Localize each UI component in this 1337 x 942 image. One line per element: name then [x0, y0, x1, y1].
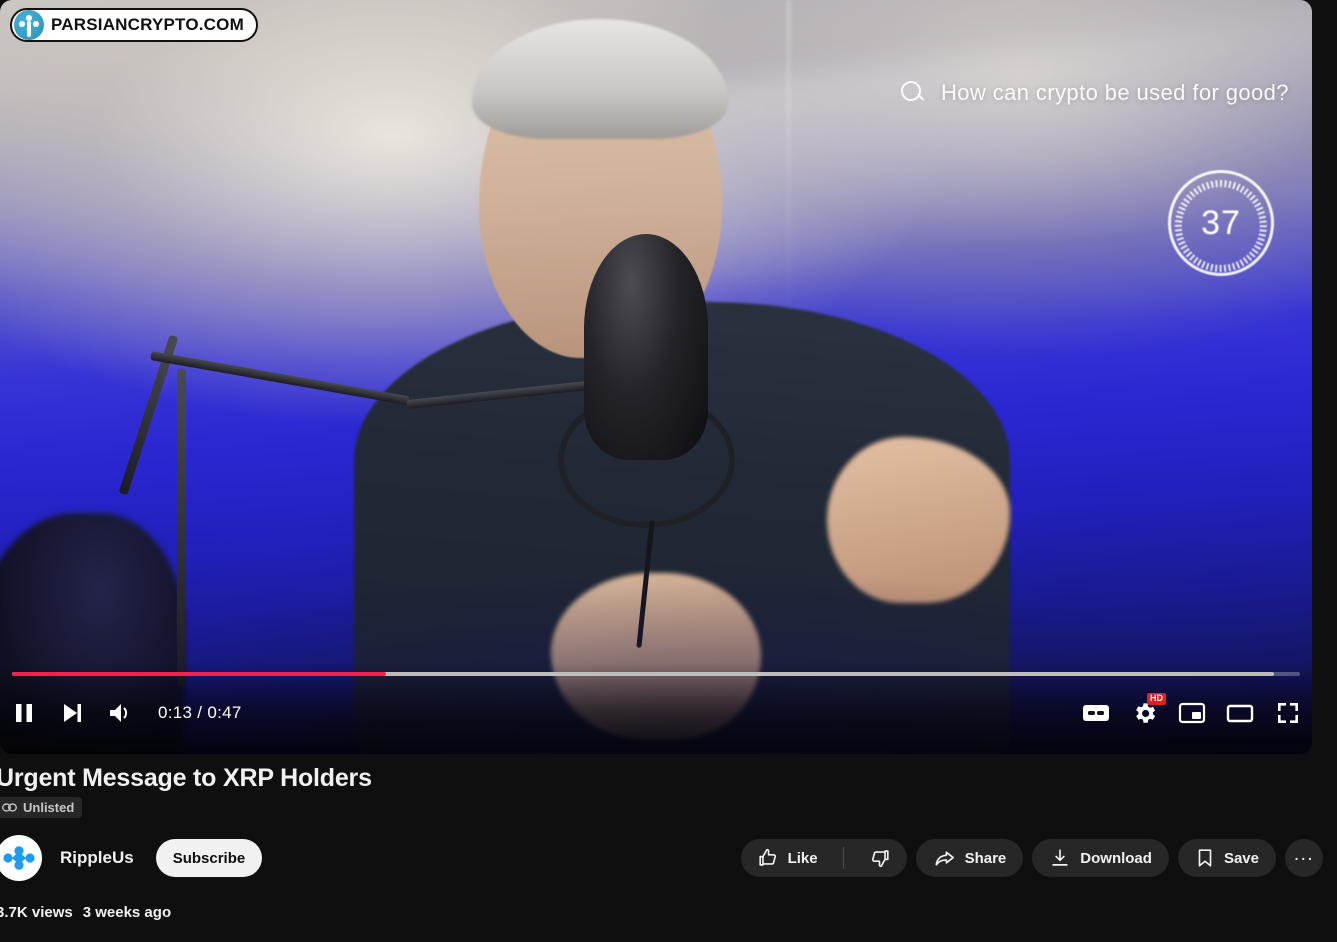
fullscreen-button[interactable]	[1264, 689, 1312, 737]
countdown-timer-ring: 37	[1168, 170, 1274, 276]
visibility-badge-label: Unlisted	[23, 800, 75, 815]
thumbs-up-icon	[758, 848, 776, 866]
ripple-logo-icon	[3, 846, 35, 870]
progress-bar[interactable]	[12, 672, 1300, 676]
page-title: Urgent Message to XRP Holders	[0, 764, 372, 792]
like-button[interactable]: Like	[741, 839, 834, 877]
download-icon	[1052, 849, 1068, 866]
controls-row: 0:13 / 0:47 HD	[0, 684, 1312, 742]
person-hair	[472, 18, 729, 140]
video-question-overlay: How can crypto be used for good?	[900, 80, 1289, 106]
more-actions-button[interactable]: ...	[1285, 839, 1323, 877]
save-button[interactable]: Save	[1177, 839, 1276, 877]
dislike-button[interactable]	[853, 839, 907, 877]
video-question-text: How can crypto be used for good?	[941, 80, 1289, 105]
like-label: Like	[787, 849, 818, 867]
avatar[interactable]	[0, 835, 42, 881]
view-count: 3.7K views	[0, 904, 73, 921]
progress-played	[12, 672, 386, 676]
timer-value: 37	[1201, 203, 1241, 242]
microphone	[583, 233, 709, 460]
download-button[interactable]: Download	[1032, 839, 1169, 877]
mic-boom-arm-upper	[150, 350, 411, 406]
share-button[interactable]: Share	[915, 839, 1024, 877]
video-stats: 3.7K views 3 weeks ago	[0, 904, 171, 921]
miniplayer-button[interactable]	[1168, 689, 1216, 737]
publish-date: 3 weeks ago	[82, 904, 172, 921]
theater-mode-button[interactable]	[1216, 689, 1264, 737]
settings-button[interactable]: HD	[1120, 689, 1168, 737]
like-divider	[842, 847, 844, 869]
video-frame[interactable]	[0, 0, 1312, 754]
hd-badge: HD	[1147, 693, 1166, 705]
parsian-crypto-logo-icon	[14, 10, 44, 40]
save-label: Save	[1223, 849, 1259, 867]
channel-row: RippleUs Subscribe Like Share Download S…	[0, 832, 1323, 884]
pause-button[interactable]	[0, 689, 48, 737]
background-wall-seam	[787, 0, 791, 332]
title-row: Urgent Message to XRP Holders	[0, 764, 372, 793]
player-control-bar: 0:13 / 0:47 HD	[0, 662, 1312, 754]
video-metadata-section: Urgent Message to XRP Holders Unlisted R…	[0, 754, 1337, 942]
subtitles-button[interactable]	[1072, 689, 1120, 737]
share-icon	[935, 850, 954, 866]
video-player[interactable]: How can crypto be used for good? 37 PARS…	[0, 0, 1312, 754]
action-buttons: Like Share Download Save ...	[740, 839, 1323, 877]
next-video-button[interactable]	[48, 689, 96, 737]
time-display: 0:13 / 0:47	[158, 703, 242, 722]
thumbs-down-icon	[871, 850, 889, 868]
share-label: Share	[964, 849, 1007, 867]
watermark-text: PARSIANCRYPTO.COM	[51, 15, 244, 34]
subscribe-button[interactable]: Subscribe	[155, 839, 263, 877]
visibility-badge: Unlisted	[0, 797, 83, 818]
download-label: Download	[1080, 849, 1152, 867]
bookmark-icon	[1198, 849, 1212, 867]
channel-watermark: PARSIANCRYPTO.COM	[10, 8, 258, 42]
volume-button[interactable]	[96, 689, 144, 737]
link-icon	[2, 803, 17, 812]
channel-name[interactable]: RippleUs	[60, 848, 134, 868]
like-dislike-group: Like	[740, 839, 907, 877]
search-icon	[900, 80, 926, 106]
badge-row: Unlisted	[0, 797, 83, 818]
